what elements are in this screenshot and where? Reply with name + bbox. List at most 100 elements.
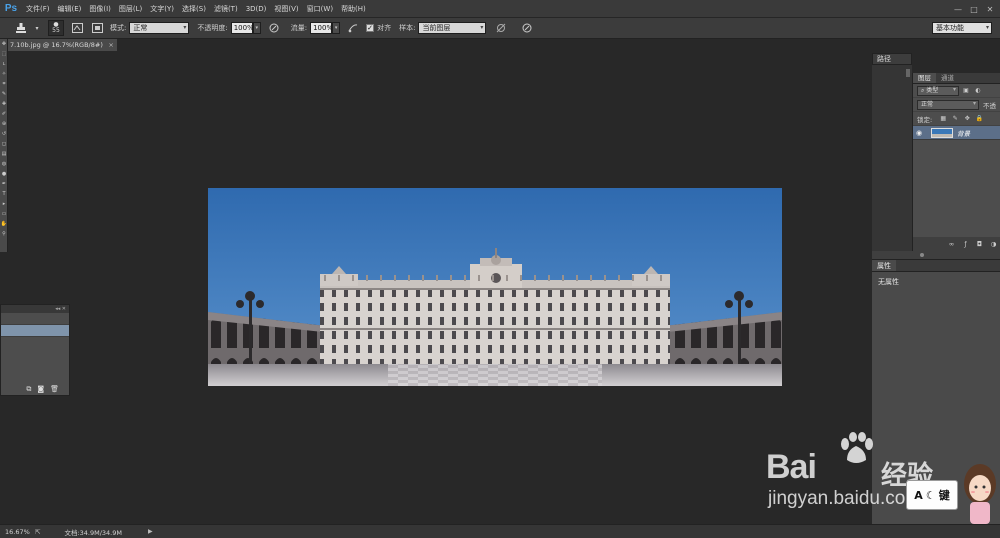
lock-image-icon[interactable]: ✎	[950, 114, 960, 124]
layer-filter-select[interactable]: ⌕ 类型	[917, 85, 959, 96]
path-select-icon[interactable]: ▸	[0, 199, 8, 209]
photoshop-logo[interactable]: Ps	[0, 0, 22, 18]
blur-icon[interactable]: ◍	[0, 159, 8, 169]
roof-statue	[548, 275, 550, 281]
adjustment-layer-icon[interactable]: ◑	[989, 240, 998, 248]
lock-transparent-icon[interactable]: ▦	[938, 114, 948, 124]
list-item-selected[interactable]	[1, 325, 69, 337]
tab-channels[interactable]: 通道	[936, 73, 959, 83]
zoom-icon[interactable]: ⚲	[0, 229, 8, 239]
mode-select[interactable]: 正常	[129, 22, 190, 34]
tab-properties[interactable]: 属性	[872, 260, 896, 271]
zoom-level[interactable]: 16.67%	[5, 528, 31, 536]
opacity-field[interactable]: 100%	[230, 22, 254, 34]
properties-tabs: 属性	[872, 260, 1000, 272]
menu-layer[interactable]: 图层(L)	[115, 4, 146, 14]
eraser-icon[interactable]: ◻	[0, 139, 8, 149]
roof-statue	[618, 275, 620, 281]
menu-window[interactable]: 窗口(W)	[303, 4, 337, 14]
quick-select-icon[interactable]: ✧	[0, 69, 8, 79]
menu-view[interactable]: 视图(V)	[270, 4, 302, 14]
workspace-select[interactable]: 基本功能	[932, 22, 992, 34]
menu-type[interactable]: 文字(Y)	[146, 4, 178, 14]
history-brush-icon[interactable]: ↺	[0, 129, 8, 139]
clone-stamp-icon[interactable]: ⊕	[0, 119, 8, 129]
lock-row: 锁定: ▦ ✎ ✥ 🔒	[913, 112, 1000, 126]
pen-icon[interactable]: ✒	[0, 179, 8, 189]
filter-adjustment-icon[interactable]: ◐	[973, 86, 983, 96]
flow-field[interactable]: 100%	[310, 22, 333, 34]
panel-divider[interactable]	[872, 251, 1000, 259]
dodge-icon[interactable]: ●	[0, 169, 8, 179]
trash-icon[interactable]: 🗑	[50, 385, 59, 393]
healing-icon[interactable]: ✚	[0, 99, 8, 109]
paths-panel-tab[interactable]: 路径	[872, 53, 912, 65]
roof-statue	[660, 275, 662, 281]
tool-preset-chevron-icon[interactable]: ▾	[34, 21, 40, 35]
roof-statue	[576, 275, 578, 281]
airbrush-icon[interactable]	[346, 21, 360, 35]
window-controls: — □ ✕	[950, 0, 998, 18]
opacity-dropdown-icon[interactable]: ▾	[252, 22, 261, 34]
status-menu-arrow-icon[interactable]: ▶	[148, 528, 153, 535]
blend-mode-select[interactable]: 正常	[917, 99, 979, 110]
canvas-image[interactable]	[208, 188, 782, 386]
clone-stamp-tool-icon[interactable]	[14, 21, 28, 35]
maximize-button[interactable]: □	[966, 2, 982, 16]
close-tab-icon[interactable]: ×	[108, 39, 113, 51]
menu-image[interactable]: 图像(I)	[85, 4, 115, 14]
align-checkbox[interactable]: ✓	[366, 24, 375, 32]
pressure-opacity-icon[interactable]	[267, 21, 281, 35]
link-layers-icon[interactable]: ∞	[947, 240, 956, 248]
add-mask-icon[interactable]: ◘	[975, 240, 984, 248]
menu-select[interactable]: 选择(S)	[178, 4, 210, 14]
marquee-icon[interactable]: ⬚	[0, 49, 8, 59]
brush-icon[interactable]: ✐	[0, 109, 8, 119]
menu-filter[interactable]: 滤镜(T)	[210, 4, 242, 14]
opacity-label: 不透明度:	[197, 24, 228, 32]
document-tab-title: 7.10b.jpg @ 16.7%(RGB/8#)	[10, 41, 103, 49]
type-icon[interactable]: T	[0, 189, 8, 199]
lock-position-icon[interactable]: ✥	[962, 114, 972, 124]
close-window-button[interactable]: ✕	[982, 2, 998, 16]
palace-photo	[208, 188, 782, 386]
eyedropper-icon[interactable]: ✎	[0, 89, 8, 99]
hand-icon[interactable]: ✋	[0, 219, 8, 229]
list-item[interactable]	[1, 313, 69, 325]
brush-panel-toggle-icon[interactable]	[70, 21, 84, 35]
pressure-size-icon[interactable]	[520, 21, 534, 35]
sample-select[interactable]: 当前图层	[418, 22, 487, 34]
shape-icon[interactable]: ▭	[0, 209, 8, 219]
crop-icon[interactable]: ⌗	[0, 79, 8, 89]
menu-3d[interactable]: 3D(D)	[242, 5, 271, 13]
gradient-icon[interactable]: ▤	[0, 149, 8, 159]
status-bar: 16.67% ⇱ 文档:34.9M/34.9M ▶	[0, 524, 1000, 538]
snapshot-camera-icon[interactable]: ◙	[37, 385, 44, 393]
export-icon[interactable]: ⇱	[35, 528, 40, 536]
move-icon[interactable]: ✥	[0, 39, 8, 49]
document-tab[interactable]: 7.10b.jpg @ 16.7%(RGB/8#) ×	[8, 39, 117, 51]
tab-layers[interactable]: 图层	[913, 73, 936, 83]
panel-collapse-icon[interactable]: ◂◂ ✕	[1, 305, 69, 313]
layer-style-icon[interactable]: ƒ	[961, 240, 970, 248]
clone-source-panel-icon[interactable]	[90, 21, 104, 35]
visibility-eye-icon[interactable]: ◉	[913, 129, 925, 137]
lock-all-icon[interactable]: 🔒	[974, 114, 984, 124]
roof-statue	[534, 275, 536, 281]
toolbox: ✥ ⬚ ʟ ✧ ⌗ ✎ ✚ ✐ ⊕ ↺ ◻ ▤ ◍ ● ✒ T ▸ ▭ ✋ ⚲	[0, 39, 8, 252]
minimize-button[interactable]: —	[950, 2, 966, 16]
flow-dropdown-icon[interactable]: ▾	[332, 22, 341, 34]
roof-statue	[450, 275, 452, 281]
ignore-adjustment-layers-icon[interactable]	[494, 21, 508, 35]
layer-row-background[interactable]: ◉ 背景	[913, 126, 1000, 140]
menu-file[interactable]: 文件(F)	[22, 4, 54, 14]
panel-scroll-indicator[interactable]	[906, 69, 910, 77]
lasso-icon[interactable]: ʟ	[0, 59, 8, 69]
roof-statue	[422, 275, 424, 281]
baidu-paw-icon	[841, 432, 873, 463]
menu-help[interactable]: 帮助(H)	[337, 4, 370, 14]
filter-pixel-icon[interactable]: ▣	[961, 86, 971, 96]
menu-edit[interactable]: 编辑(E)	[54, 4, 86, 14]
new-document-from-state-icon[interactable]: ⧉	[26, 385, 31, 394]
brush-size-picker[interactable]: ● 55	[48, 20, 64, 36]
